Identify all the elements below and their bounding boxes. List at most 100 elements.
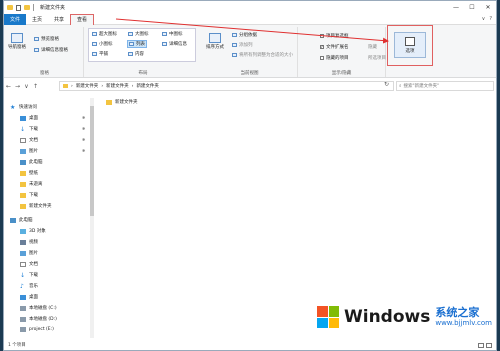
crumb-separator: › xyxy=(101,83,104,89)
explorer-window: 新建文件夹 — ☐ ✕ 文件 主页 共享 查看 ∨ ? 导航窗格 预览窗格 详细… xyxy=(3,0,497,351)
nav-item-folder[interactable]: 未遊离 xyxy=(20,181,43,187)
nav-pc-downloads[interactable]: ↓ 下载 xyxy=(20,272,38,278)
breadcrumb-item[interactable]: 新建文件夹 xyxy=(106,83,129,89)
nav-label: 快速访问 xyxy=(19,105,37,110)
computer-icon xyxy=(10,217,16,223)
file-list: 新建文件夹 xyxy=(96,93,496,338)
pin-icon: ✱ xyxy=(82,137,86,142)
video-icon xyxy=(20,239,26,245)
search-icon: ⌕ xyxy=(399,84,402,89)
item-count: 1 个项目 xyxy=(8,343,26,348)
address-bar-row: ← → ∨ ↑ › 新建文件夹 › 新建文件夹 › 新建文件夹 ↻ ⌕ 搜索"新… xyxy=(4,79,496,93)
download-icon: ↓ xyxy=(20,125,26,133)
nav-scroll-thumb[interactable] xyxy=(90,106,94,216)
folder-icon xyxy=(63,84,68,88)
drive-icon xyxy=(20,316,26,322)
watermark-url: www.bjjmlv.com xyxy=(435,318,492,327)
nav-label: 视频 xyxy=(29,240,38,245)
cube-icon xyxy=(20,228,26,234)
windows-logo-icon xyxy=(317,306,339,328)
file-name: 新建文件夹 xyxy=(115,100,138,105)
document-icon xyxy=(20,137,26,143)
nav-label: 桌面 xyxy=(29,116,38,121)
address-bar[interactable]: › 新建文件夹 › 新建文件夹 › 新建文件夹 xyxy=(59,81,394,91)
nav-item-desktop[interactable]: 桌面 xyxy=(20,115,38,121)
nav-label: 桌面 xyxy=(29,295,38,300)
folder-icon xyxy=(106,99,112,105)
nav-label: 下载 xyxy=(29,127,38,132)
nav-item-downloads[interactable]: ↓ 下载 xyxy=(20,126,38,132)
nav-pc-drive-e[interactable]: project (E:) xyxy=(20,327,54,332)
nav-quick-access[interactable]: ★ 快速访问 xyxy=(10,104,37,110)
nav-label: project (E:) xyxy=(29,327,54,332)
folder-icon xyxy=(20,170,26,176)
refresh-icon[interactable]: ↻ xyxy=(384,81,389,88)
nav-pc-desktop[interactable]: 桌面 xyxy=(20,294,38,300)
search-placeholder: 搜索"新建文件夹" xyxy=(403,84,440,89)
folder-icon xyxy=(20,203,26,209)
nav-item-new-folder[interactable]: 新建文件夹 xyxy=(20,203,52,209)
nav-pc-pictures[interactable]: 图片 xyxy=(20,250,38,256)
nav-label: 新建文件夹 xyxy=(29,204,52,209)
list-item[interactable]: 新建文件夹 xyxy=(106,99,138,105)
nav-pc-drive-c[interactable]: 本地磁盘 (C:) xyxy=(20,305,57,311)
nav-label: 未遊离 xyxy=(29,182,43,187)
watermark-brand: Windows xyxy=(344,307,431,327)
back-icon[interactable]: ← xyxy=(4,83,13,90)
nav-pc-3d[interactable]: 3D 对象 xyxy=(20,228,46,234)
nav-item-downloads-folder[interactable]: 下载 xyxy=(20,192,38,198)
nav-label: 下载 xyxy=(29,193,38,198)
watermark-sub: 系统之家 xyxy=(435,306,480,320)
music-icon: ♪ xyxy=(20,282,24,290)
nav-label: 下载 xyxy=(29,273,38,278)
pin-icon: ✱ xyxy=(82,148,86,153)
large-icons-view-icon[interactable] xyxy=(486,342,492,348)
recent-chevron-icon[interactable]: ∨ xyxy=(22,83,31,90)
up-icon[interactable]: ↑ xyxy=(31,83,40,90)
nav-label: 图片 xyxy=(29,149,38,154)
folder-icon xyxy=(20,181,26,187)
nav-item-documents[interactable]: 文档 xyxy=(20,137,38,143)
watermark-text: 系统之家 www.bjjmlv.com xyxy=(435,307,492,327)
annotation-arrow xyxy=(115,18,389,44)
nav-label: 文档 xyxy=(29,138,38,143)
folder-icon xyxy=(20,192,26,198)
breadcrumb-item[interactable]: 新建文件夹 xyxy=(136,83,159,89)
nav-scrollbar[interactable] xyxy=(90,98,94,338)
computer-icon xyxy=(20,159,26,165)
details-view-icon[interactable] xyxy=(478,342,484,348)
nav-label: 图片 xyxy=(29,251,38,256)
breadcrumb-item[interactable]: 新建文件夹 xyxy=(76,83,99,89)
nav-item-this-pc-quick[interactable]: 此电脑 xyxy=(20,159,43,165)
desktop-icon xyxy=(20,294,26,300)
drive-icon xyxy=(20,327,26,332)
nav-label: 文档 xyxy=(29,262,38,267)
desktop-icon xyxy=(20,115,26,121)
star-icon: ★ xyxy=(10,103,16,111)
nav-label: 本地磁盘 (C:) xyxy=(29,306,57,311)
nav-pc-videos[interactable]: 视频 xyxy=(20,239,38,245)
pin-icon: ✱ xyxy=(82,126,86,131)
pin-icon: ✱ xyxy=(82,115,86,120)
document-icon xyxy=(20,261,26,267)
nav-item-pictures[interactable]: 图片 xyxy=(20,148,38,154)
nav-this-pc[interactable]: 此电脑 xyxy=(10,217,33,223)
navigation-pane: ★ 快速访问 桌面 ✱ ↓ 下载 ✱ 文档 ✱ 图片 ✱ 此电脑 壁纸 未遊离 下… xyxy=(4,98,94,338)
nav-item-wallpaper[interactable]: 壁纸 xyxy=(20,170,38,176)
nav-label: 此电脑 xyxy=(19,218,33,223)
picture-icon xyxy=(20,148,26,154)
crumb-separator: › xyxy=(131,83,134,89)
download-icon: ↓ xyxy=(20,271,26,279)
nav-pc-drive-d[interactable]: 本地磁盘 (D:) xyxy=(20,316,57,322)
nav-label: 本地磁盘 (D:) xyxy=(29,317,57,322)
crumb-separator: › xyxy=(71,83,73,89)
search-input[interactable]: ⌕ 搜索"新建文件夹" xyxy=(396,81,494,91)
nav-label: 音乐 xyxy=(29,284,38,289)
forward-icon[interactable]: → xyxy=(13,83,22,90)
nav-label: 此电脑 xyxy=(29,160,43,165)
watermark: Windows 系统之家 www.bjjmlv.com xyxy=(317,306,492,328)
nav-label: 壁纸 xyxy=(29,171,38,176)
nav-pc-documents[interactable]: 文档 xyxy=(20,261,38,267)
view-switcher xyxy=(478,342,496,348)
nav-pc-music[interactable]: ♪ 音乐 xyxy=(20,283,38,289)
